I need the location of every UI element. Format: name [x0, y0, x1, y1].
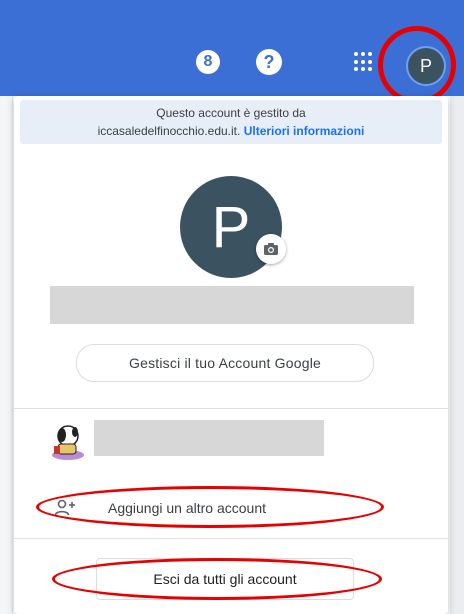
camera-icon[interactable] [256, 234, 286, 264]
secondary-account-avatar[interactable] [48, 422, 86, 462]
background-page-left [0, 96, 13, 614]
highlight-ellipse-add-account [36, 486, 384, 528]
highlight-circle-avatar [378, 26, 456, 104]
redacted-name-email [50, 286, 414, 324]
managed-account-notice: Questo account è gestito da iccasaledelf… [20, 100, 442, 144]
more-info-link[interactable]: Ulteriori informazioni [244, 124, 365, 138]
background-page-right [450, 96, 464, 614]
notification-count-icon[interactable]: 8 [196, 50, 220, 74]
help-icon[interactable]: ? [256, 49, 282, 75]
managed-notice-domain: iccasaledelfinocchio.edu.it. [97, 124, 241, 138]
redacted-account-info [94, 420, 324, 456]
account-menu-panel: Questo account è gestito da iccasaledelf… [14, 96, 448, 614]
apps-grid-icon[interactable] [354, 52, 374, 72]
divider [14, 538, 448, 539]
highlight-ellipse-sign-out [52, 558, 382, 600]
divider [14, 408, 448, 409]
manage-google-account-button[interactable]: Gestisci il tuo Account Google [76, 344, 374, 382]
managed-notice-text: Questo account è gestito da [156, 106, 306, 120]
